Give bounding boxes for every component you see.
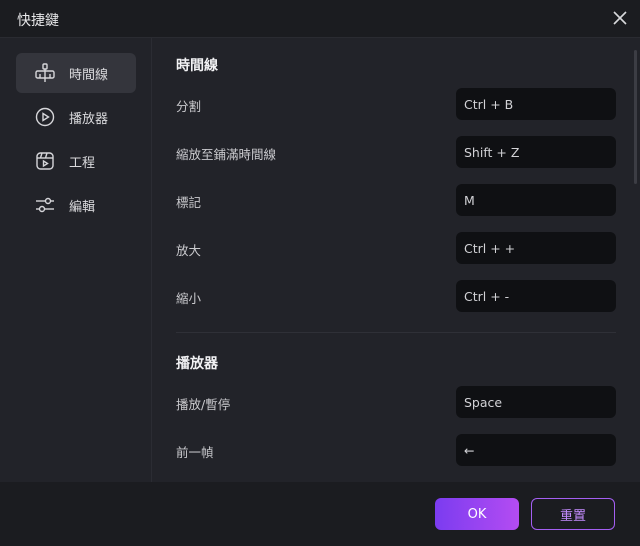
play-circle-icon xyxy=(34,106,56,128)
shortcut-label: 分割 xyxy=(176,99,202,114)
ok-button[interactable]: OK xyxy=(435,498,519,530)
shortcut-label: 放大 xyxy=(176,243,202,258)
timeline-icon xyxy=(34,62,56,84)
project-clapper-icon xyxy=(34,150,56,172)
sidebar-item-label: 播放器 xyxy=(69,111,109,127)
sidebar-item-label: 時間線 xyxy=(69,67,109,83)
shortcut-label: 前一幀 xyxy=(176,445,214,460)
sidebar-item-player[interactable]: 播放器 xyxy=(16,97,136,137)
close-icon[interactable] xyxy=(610,8,630,28)
shortcut-label: 播放/暫停 xyxy=(176,397,231,412)
section-title-player: 播放器 xyxy=(176,356,218,372)
title-bar: 快捷鍵 xyxy=(0,0,640,38)
shortcut-input[interactable]: ← xyxy=(456,434,616,466)
sidebar-item-project[interactable]: 工程 xyxy=(16,141,136,181)
shortcut-input[interactable]: Ctrl + + xyxy=(456,232,616,264)
shortcut-input[interactable]: Space xyxy=(456,386,616,418)
dialog-title: 快捷鍵 xyxy=(17,13,59,29)
shortcut-label: 縮放至鋪滿時間線 xyxy=(176,147,277,162)
shortcut-list[interactable]: 時間線 分割 Ctrl + B 縮放至鋪滿時間線 Shift + Z 標記 M … xyxy=(152,38,640,482)
section-title-timeline: 時間線 xyxy=(176,58,218,74)
sidebar-item-label: 工程 xyxy=(69,155,96,171)
section-divider xyxy=(176,332,616,333)
shortcut-label: 縮小 xyxy=(176,291,202,306)
sidebar-item-timeline[interactable]: 時間線 xyxy=(16,53,136,93)
shortcut-label: 標記 xyxy=(176,195,202,210)
sidebar: 時間線 播放器 工程 編輯 xyxy=(0,38,152,482)
shortcuts-dialog: 快捷鍵 時間線 播放器 工程 編輯 時間線 分割 Ctrl + B 縮放至鋪滿時… xyxy=(0,0,640,546)
dialog-footer: OK 重置 xyxy=(0,482,640,546)
sidebar-item-label: 編輯 xyxy=(69,199,96,215)
shortcut-input[interactable]: Ctrl + - xyxy=(456,280,616,312)
shortcut-input[interactable]: M xyxy=(456,184,616,216)
reset-button[interactable]: 重置 xyxy=(531,498,615,530)
shortcut-input[interactable]: Shift + Z xyxy=(456,136,616,168)
sidebar-item-edit[interactable]: 編輯 xyxy=(16,185,136,225)
shortcut-input[interactable]: Ctrl + B xyxy=(456,88,616,120)
sliders-icon xyxy=(34,194,56,216)
scrollbar-thumb[interactable] xyxy=(634,50,637,184)
